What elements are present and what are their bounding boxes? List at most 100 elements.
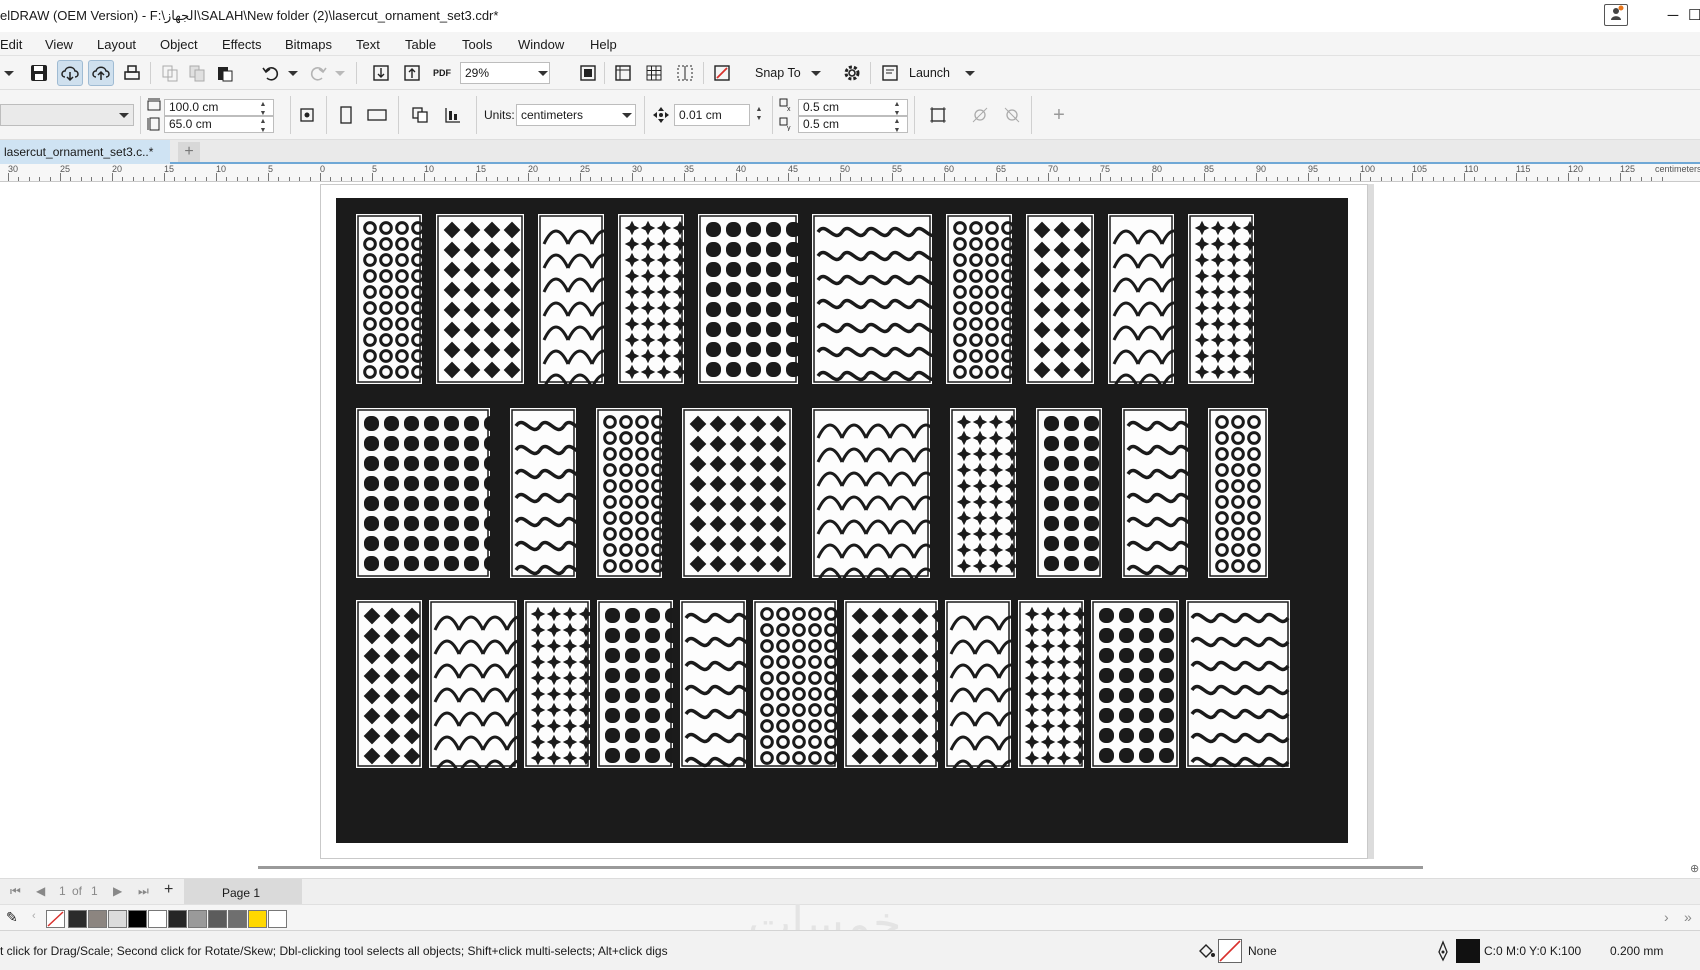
duplicate-y-spinner[interactable]: ▲ ▼ xyxy=(890,117,904,135)
save-icon[interactable] xyxy=(26,60,52,86)
ornament-panel[interactable] xyxy=(356,600,422,768)
menu-view[interactable]: View xyxy=(45,37,73,52)
color-swatch[interactable] xyxy=(168,910,187,928)
ornament-panel[interactable] xyxy=(812,408,940,583)
color-swatch[interactable] xyxy=(248,910,267,928)
first-page-button[interactable]: ⏮ xyxy=(10,884,21,899)
document-tab[interactable]: lasercut_ornament_set3.c..* xyxy=(0,140,170,164)
no-color-swatch[interactable] xyxy=(46,910,65,928)
page-tab[interactable]: Page 1 xyxy=(184,879,302,905)
page-height-spinner[interactable]: ▲ ▼ xyxy=(256,117,270,135)
ornament-panel[interactable] xyxy=(510,408,590,578)
add-icon[interactable]: + xyxy=(1046,102,1072,128)
all-pages-size-icon[interactable] xyxy=(294,102,320,128)
ornament-panel[interactable] xyxy=(1091,600,1179,768)
launch-button[interactable]: Launch xyxy=(909,66,950,80)
ornament-panel[interactable] xyxy=(945,600,1025,775)
ornament-panel[interactable] xyxy=(1026,214,1094,384)
ornament-panel[interactable] xyxy=(538,214,618,389)
ornament-panel[interactable] xyxy=(618,214,688,384)
menu-object[interactable]: Object xyxy=(160,37,198,52)
ornament-panel[interactable] xyxy=(1122,408,1202,578)
ornament-panel[interactable] xyxy=(596,408,665,578)
launch-icon[interactable] xyxy=(877,60,903,86)
color-swatch[interactable] xyxy=(188,910,207,928)
ornament-panel[interactable] xyxy=(753,600,838,768)
menu-effects[interactable]: Effects xyxy=(222,37,262,52)
menu-bitmaps[interactable]: Bitmaps xyxy=(285,37,332,52)
cloud-download-icon[interactable] xyxy=(57,60,83,86)
import-icon[interactable] xyxy=(368,60,394,86)
portrait-icon[interactable] xyxy=(333,102,359,128)
ornament-panel[interactable] xyxy=(1208,408,1268,578)
palette-scroll-right-icon[interactable]: › xyxy=(1664,909,1669,925)
export-icon[interactable] xyxy=(399,60,425,86)
color-swatch[interactable] xyxy=(148,910,167,928)
navigator-icon[interactable]: ⊕ xyxy=(1690,862,1699,875)
menu-help[interactable]: Help xyxy=(590,37,617,52)
all-pages-icon[interactable] xyxy=(407,102,433,128)
show-grid-icon[interactable] xyxy=(641,60,667,86)
options-gear-icon[interactable] xyxy=(839,60,865,86)
ornament-panel[interactable] xyxy=(1018,600,1088,768)
fill-bucket-icon[interactable] xyxy=(1196,941,1216,961)
paste-icon[interactable] xyxy=(212,60,238,86)
ornament-panel[interactable] xyxy=(356,408,499,578)
page-size-dropdown-icon[interactable] xyxy=(119,113,129,118)
scale-icon[interactable] xyxy=(999,102,1025,128)
eyedropper-icon[interactable]: ✎ xyxy=(6,909,18,926)
snap-off-icon[interactable] xyxy=(709,60,735,86)
user-profile-icon[interactable] xyxy=(1604,4,1628,26)
ornament-panel[interactable] xyxy=(698,214,801,384)
current-page-icon[interactable] xyxy=(440,102,466,128)
cloud-upload-icon[interactable] xyxy=(88,60,114,86)
undo-icon[interactable] xyxy=(258,60,284,86)
print-icon[interactable] xyxy=(119,60,145,86)
palette-scroll-left-icon[interactable]: ‹ xyxy=(32,910,36,922)
snap-to-dropdown-icon[interactable] xyxy=(811,71,821,76)
launch-dropdown-icon[interactable] xyxy=(965,71,975,76)
landscape-icon[interactable] xyxy=(364,102,390,128)
show-guidelines-icon[interactable] xyxy=(672,60,698,86)
ornament-panel[interactable] xyxy=(950,408,1020,578)
palette-expand-icon[interactable]: » xyxy=(1684,909,1692,925)
menu-window[interactable]: Window xyxy=(518,37,564,52)
ornament-panel[interactable] xyxy=(1188,214,1258,384)
menu-layout[interactable]: Layout xyxy=(97,37,136,52)
new-document-tab-button[interactable]: + xyxy=(178,142,200,162)
color-swatch[interactable] xyxy=(228,910,247,928)
ornament-panel[interactable] xyxy=(1186,600,1290,768)
menu-table[interactable]: Table xyxy=(405,37,436,52)
show-rulers-icon[interactable] xyxy=(610,60,636,86)
transform-icon[interactable] xyxy=(967,102,993,128)
drawing-canvas[interactable] xyxy=(0,182,1700,862)
ornament-panel[interactable] xyxy=(429,600,533,775)
zoom-dropdown-icon[interactable] xyxy=(538,71,548,76)
open-dropdown-icon[interactable] xyxy=(4,71,14,76)
nudge-spinner[interactable]: ▲ ▼ xyxy=(752,105,766,123)
export-pdf-icon[interactable]: PDF xyxy=(429,60,455,86)
color-swatch[interactable] xyxy=(108,910,127,928)
units-select[interactable]: centimeters xyxy=(516,104,636,126)
ornament-artboard[interactable] xyxy=(336,198,1348,843)
zoom-level-field[interactable]: 29% xyxy=(460,62,550,84)
menu-tools[interactable]: Tools xyxy=(462,37,492,52)
cut-icon[interactable] xyxy=(157,60,183,86)
full-screen-preview-icon[interactable] xyxy=(575,60,601,86)
color-swatch[interactable] xyxy=(208,910,227,928)
color-swatch[interactable] xyxy=(268,910,287,928)
color-swatch[interactable] xyxy=(68,910,87,928)
ornament-panel[interactable] xyxy=(597,600,680,768)
ornament-panel[interactable] xyxy=(436,214,524,384)
ornament-panel[interactable] xyxy=(680,600,760,768)
last-page-button[interactable]: ⏭ xyxy=(138,884,149,899)
previous-page-button[interactable]: ◀ xyxy=(36,884,45,898)
ornament-panel[interactable] xyxy=(844,600,949,768)
fill-none-swatch[interactable] xyxy=(1218,939,1242,963)
menu-text[interactable]: Text xyxy=(356,37,380,52)
horizontal-scrollbar[interactable] xyxy=(258,866,1423,869)
ornament-panel[interactable] xyxy=(946,214,1015,384)
add-page-button[interactable]: + xyxy=(164,881,173,899)
units-dropdown-icon[interactable] xyxy=(622,113,632,118)
ornament-panel[interactable] xyxy=(356,214,425,384)
